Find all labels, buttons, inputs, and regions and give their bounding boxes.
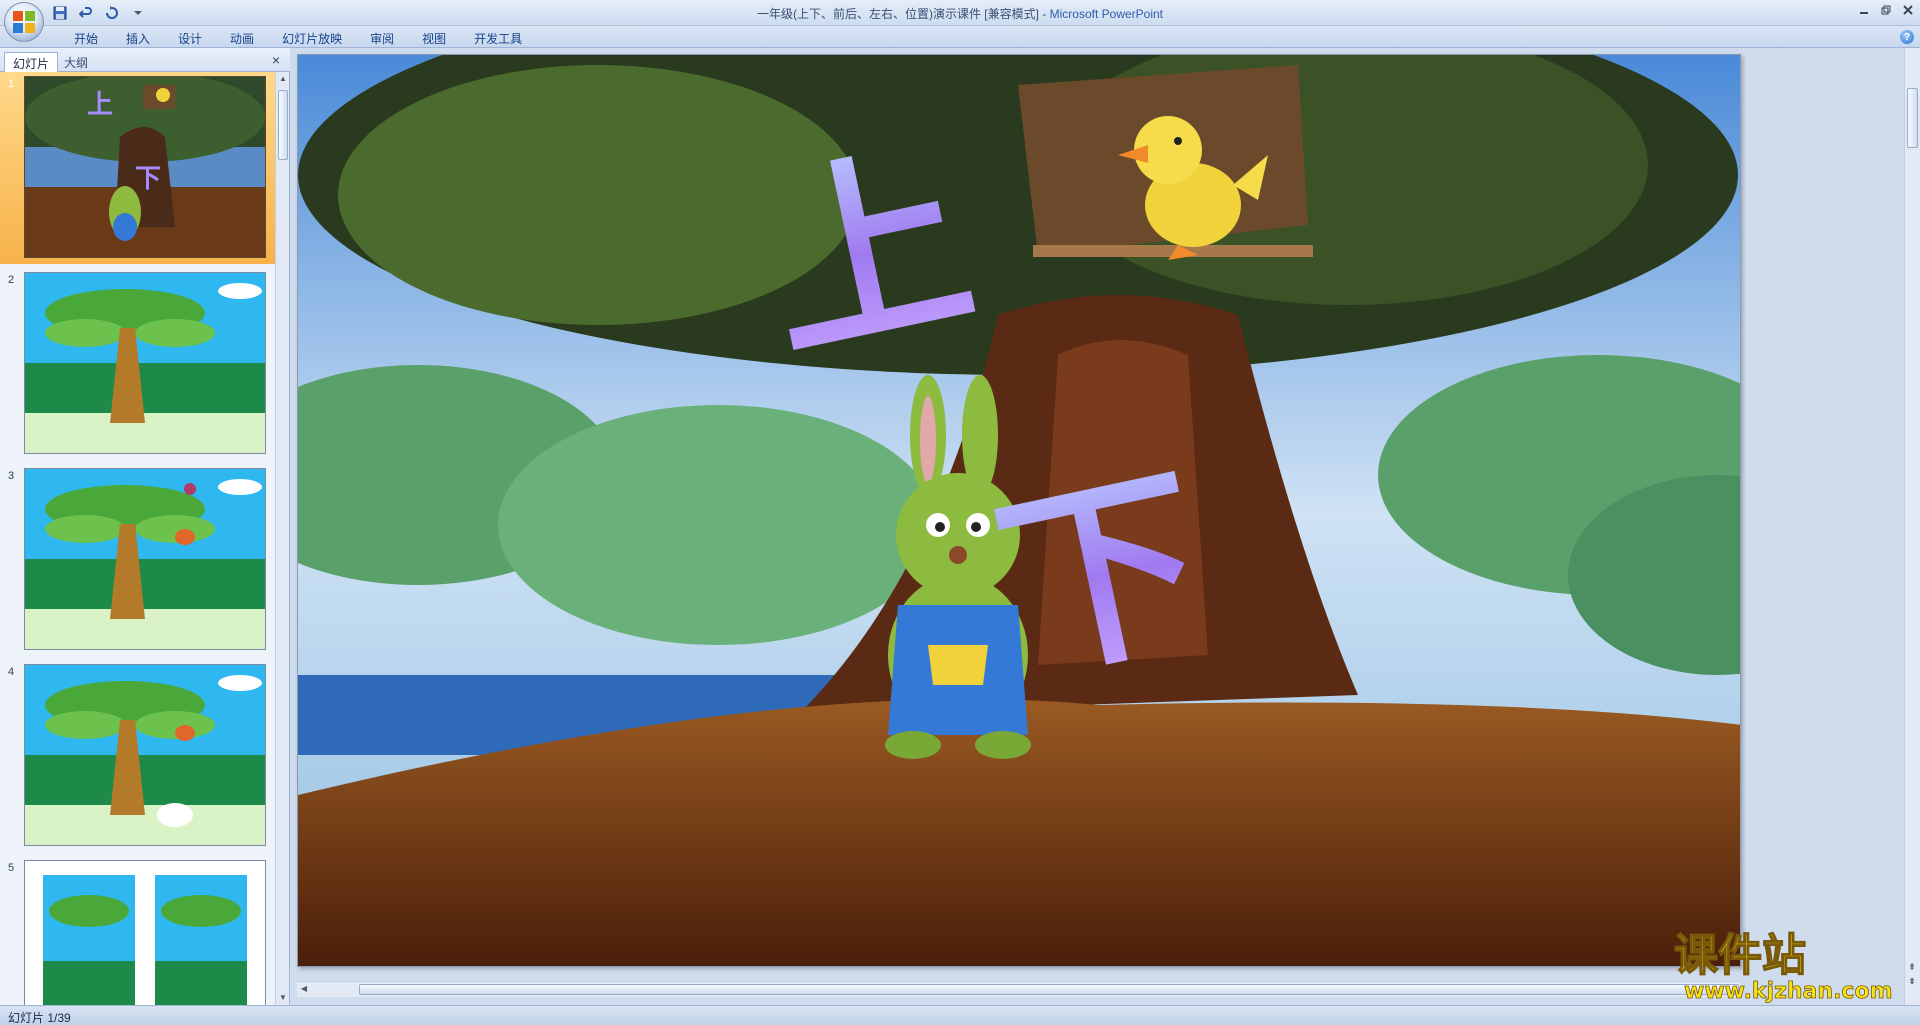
scroll-down-icon[interactable]: ▼ xyxy=(276,991,290,1005)
vertical-scrollbar[interactable]: ⇞ ⇟ xyxy=(1904,48,1920,1005)
tab-animations[interactable]: 动画 xyxy=(216,28,268,46)
help-icon[interactable]: ? xyxy=(1900,30,1914,44)
close-icon[interactable] xyxy=(1898,2,1918,18)
slide-thumbnail[interactable] xyxy=(24,664,266,846)
document-title: 一年级(上下、前后、左右、位置)演示课件 [兼容模式] xyxy=(756,7,1039,21)
thumbnail-number: 2 xyxy=(8,274,15,286)
thumbnail-number: 1 xyxy=(8,78,15,90)
scroll-left-icon[interactable]: ◀ xyxy=(297,982,311,996)
watermark-text: 课件站 xyxy=(1674,930,1806,981)
restore-icon[interactable] xyxy=(1876,2,1896,18)
slide-nav-buttons: ⇞ ⇟ xyxy=(1905,961,1919,987)
thumbnail-number: 4 xyxy=(8,666,15,678)
watermark-url: www.kjzhan.com xyxy=(1684,979,1893,1004)
svg-text:上: 上 xyxy=(87,90,113,120)
scroll-thumb[interactable] xyxy=(278,90,288,160)
h-scroll-thumb[interactable] xyxy=(359,984,1739,995)
window-controls xyxy=(1854,2,1918,18)
office-logo-icon xyxy=(13,11,35,33)
v-scroll-thumb[interactable] xyxy=(1907,88,1918,148)
thumbnail-number: 3 xyxy=(8,470,15,482)
minimize-icon[interactable] xyxy=(1854,2,1874,18)
tab-outline[interactable]: 大纲 xyxy=(56,52,96,72)
watermark: 课件站 www.kjzhan.com xyxy=(1670,924,1906,1004)
app-name: Microsoft PowerPoint xyxy=(1049,7,1164,21)
pane-tabs: 幻灯片 大纲 × xyxy=(0,48,290,72)
tab-review[interactable]: 审阅 xyxy=(356,28,408,46)
slide-thumbnail[interactable]: 上 下 xyxy=(24,76,266,258)
thumbnail-row[interactable]: 2 xyxy=(0,268,276,460)
slide-position: 幻灯片 1/39 xyxy=(8,1011,71,1025)
office-button[interactable] xyxy=(4,2,44,42)
slide-editor: 上 下 ◀ ⇞ ⇟ xyxy=(291,48,1920,1005)
thumbnail-row[interactable]: 1 上 下 xyxy=(0,72,276,264)
status-bar: 幻灯片 1/39 xyxy=(0,1005,1920,1025)
slide-thumbnail[interactable] xyxy=(24,272,266,454)
tab-view[interactable]: 视图 xyxy=(408,28,460,46)
title-bar: 一年级(上下、前后、左右、位置)演示课件 [兼容模式] - Microsoft … xyxy=(0,0,1920,26)
slide-thumbnail[interactable] xyxy=(24,468,266,650)
ribbon-tabs: 开始 插入 设计 动画 幻灯片放映 审阅 视图 开发工具 xyxy=(60,28,536,46)
thumbnail-row[interactable]: 5 xyxy=(0,856,276,1005)
svg-text:下: 下 xyxy=(135,164,161,194)
ribbon-tab-bar: 开始 插入 设计 动画 幻灯片放映 审阅 视图 开发工具 ? xyxy=(0,26,1920,48)
tab-home[interactable]: 开始 xyxy=(60,28,112,46)
thumbnail-row[interactable]: 3 xyxy=(0,464,276,656)
title-separator: - xyxy=(1038,7,1050,21)
slides-pane: 幻灯片 大纲 × 1 上 下 2 3 4 5 ▲ ▼ xyxy=(0,48,290,1005)
thumbnail-number: 5 xyxy=(8,862,15,874)
thumbnail-list: 1 上 下 2 3 4 5 xyxy=(0,72,276,1005)
current-slide[interactable]: 上 下 xyxy=(297,54,1741,967)
tab-design[interactable]: 设计 xyxy=(164,28,216,46)
thumbnail-row[interactable]: 4 xyxy=(0,660,276,852)
next-slide-icon[interactable]: ⇟ xyxy=(1905,975,1919,987)
scroll-up-icon[interactable]: ▲ xyxy=(276,72,290,86)
window-title: 一年级(上下、前后、左右、位置)演示课件 [兼容模式] - Microsoft … xyxy=(0,5,1920,22)
thumbnail-scrollbar[interactable]: ▲ ▼ xyxy=(275,72,289,1005)
tab-slides[interactable]: 幻灯片 xyxy=(4,52,59,72)
tab-developer[interactable]: 开发工具 xyxy=(460,28,536,46)
tab-insert[interactable]: 插入 xyxy=(112,28,164,46)
horizontal-scrollbar[interactable]: ◀ xyxy=(297,981,1741,997)
tab-slideshow[interactable]: 幻灯片放映 xyxy=(268,28,356,46)
slide-thumbnail[interactable] xyxy=(24,860,266,1005)
slide-illustration: 上 下 xyxy=(298,55,1740,966)
previous-slide-icon[interactable]: ⇞ xyxy=(1905,961,1919,973)
pane-close-icon[interactable]: × xyxy=(268,52,284,68)
